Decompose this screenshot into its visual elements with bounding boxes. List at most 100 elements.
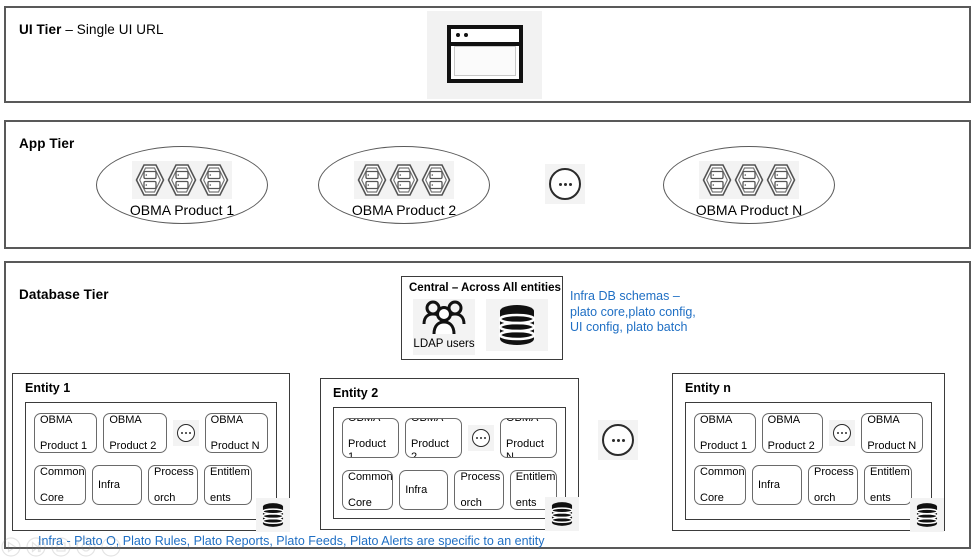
entity-product-row: OBMA Product 1 OBMA Product 2 OBMA Produ… <box>34 413 268 453</box>
node-line-2: orch <box>154 491 176 504</box>
stop-button-watermark-icon <box>51 537 71 557</box>
entity-node-common-core: Common Core <box>694 465 746 505</box>
browser-window-icon <box>427 11 542 99</box>
entity-ellipsis-backing <box>829 420 856 446</box>
entity-service-row: Common Core Infra Process orch Entitlem <box>694 465 923 505</box>
entity-title: Entity 1 <box>25 381 71 395</box>
server-hexagon-icon <box>766 164 796 196</box>
node-line-1: Entitlem <box>210 465 250 478</box>
central-entities-box: Central – Across All entities LDAP users <box>401 276 563 360</box>
node-line-2: ents <box>870 491 891 504</box>
node-line-1: OBMA <box>348 418 381 424</box>
entity-product-row: OBMA Product 1 OBMA Product 2 OBMA Produ… <box>342 418 557 458</box>
ui-tier-title-rest: – Single UI URL <box>61 22 164 37</box>
entity-inner-frame: OBMA Product 1 OBMA Product 2 OBMA Produ… <box>685 402 932 520</box>
play-button-watermark-icon <box>1 537 21 557</box>
ellipsis-icon <box>472 429 490 447</box>
node-line-1: Process <box>154 465 194 478</box>
entity-node-product-1: OBMA Product 1 <box>34 413 98 453</box>
app-tier-ellipsis-backing <box>545 164 585 204</box>
app-product-n-content: OBMA Product N <box>664 161 834 218</box>
app-product-ellipse-1: OBMA Product 1 <box>96 146 268 224</box>
app-product-1-content: OBMA Product 1 <box>97 161 267 218</box>
entity-product-row: OBMA Product 1 OBMA Product 2 OBMA Produ… <box>694 413 924 453</box>
ui-tier-title: UI Tier – Single UI URL <box>19 22 164 37</box>
entity-node-common-core: Common Core <box>342 470 394 510</box>
database-cylinder-icon <box>262 503 284 527</box>
node-line-1: Process <box>460 470 501 483</box>
node-line-1: OBMA <box>40 413 73 426</box>
diagram-canvas: UI Tier – Single UI URL App Tier OBMA Pr… <box>0 0 975 557</box>
ellipsis-icon <box>602 424 634 456</box>
node-line-2: orch <box>460 496 482 509</box>
app-product-ellipse-2: OBMA Product 2 <box>318 146 490 224</box>
app-tier-title: App Tier <box>19 136 75 151</box>
node-line-1: OBMA <box>506 418 539 424</box>
node-line-2: Product 1 <box>40 439 88 452</box>
entity-node-product-n: OBMA Product N <box>204 413 268 453</box>
node-line-1: Entitlem <box>515 470 556 483</box>
entity-node-product-2: OBMA Product 2 <box>405 418 462 458</box>
entity-title: Entity 2 <box>333 386 379 400</box>
node-line-1: OBMA <box>411 418 444 424</box>
entity-box-1: Entity 1 OBMA Product 1 OBMA Product 2 O… <box>12 373 290 531</box>
browser-dot-right <box>464 33 468 37</box>
users-group-icon <box>422 300 466 335</box>
node-line-1: OBMA <box>867 413 900 426</box>
node-line-1: OBMA <box>109 413 142 426</box>
ellipsis-icon <box>833 424 852 442</box>
app-product-2-content: OBMA Product 2 <box>319 161 489 218</box>
server-hexagon-icon <box>389 164 419 196</box>
browser-title-bar <box>451 29 519 46</box>
ellipsis-button-watermark-icon <box>101 537 121 557</box>
record-button-watermark-icon <box>76 537 96 557</box>
server-icon-row <box>132 161 232 199</box>
entity-node-product-1: OBMA Product 1 <box>342 418 399 458</box>
entity-node-common-core: Common Core <box>34 465 86 505</box>
entity-node-infra: Infra <box>752 465 802 505</box>
entity-node-entitlements: Entitlem ents <box>204 465 252 505</box>
node-line-2: orch <box>814 491 836 504</box>
ldap-users-label: LDAP users <box>413 338 475 350</box>
entity-node-product-n: OBMA Product N <box>861 413 924 453</box>
entity-box-n: Entity n OBMA Product 1 OBMA Product 2 O… <box>672 373 945 531</box>
entity-ellipsis-backing <box>172 420 199 446</box>
app-product-label: OBMA Product N <box>695 202 803 218</box>
entity-node-process-orch: Process orch <box>454 470 504 510</box>
infra-db-schemas-note: Infra DB schemas – plato core,plato conf… <box>570 289 696 334</box>
database-cylinder-icon <box>498 305 536 345</box>
node-line-2: Product 2 <box>767 439 815 452</box>
node-line-1: Common <box>40 465 85 478</box>
node-line-1: Common <box>700 465 745 478</box>
entity-node-infra: Infra <box>399 470 449 510</box>
entity-node-product-2: OBMA Product 2 <box>103 413 167 453</box>
database-cylinder-icon <box>551 502 573 526</box>
node-line-1: OBMA <box>700 413 733 426</box>
server-hexagon-icon <box>702 164 732 196</box>
node-line-2: Core <box>348 496 372 509</box>
entity-node-product-1: OBMA Product 1 <box>694 413 756 453</box>
browser-content-area <box>454 46 516 76</box>
browser-frame <box>447 25 523 83</box>
entity-node-infra: Infra <box>92 465 142 505</box>
entity-group-ellipsis-backing <box>598 420 638 460</box>
entity-inner-frame: OBMA Product 1 OBMA Product 2 OBMA Produ… <box>333 407 566 519</box>
database-cylinder-icon <box>916 503 938 527</box>
node-line-1: OBMA <box>767 413 801 426</box>
node-line-1: Process <box>814 465 854 478</box>
app-product-label: OBMA Product 2 <box>351 202 457 218</box>
entity-ellipsis-backing <box>468 425 494 451</box>
app-product-ellipse-n: OBMA Product N <box>663 146 835 224</box>
server-hexagon-icon <box>135 164 165 196</box>
entity-n-database-icon <box>910 498 944 532</box>
ellipsis-icon <box>176 424 195 442</box>
entity-service-row: Common Core Infra Process orch Entitlem <box>342 470 557 510</box>
server-hexagon-icon <box>199 164 229 196</box>
entity-title: Entity n <box>685 381 731 395</box>
central-box-title: Central – Across All entities <box>409 282 561 294</box>
entity-inner-frame: OBMA Product 1 OBMA Product 2 OBMA Produ… <box>25 402 277 520</box>
node-line-1: Entitlem <box>870 465 910 478</box>
server-hexagon-icon <box>734 164 764 196</box>
node-line-2: Product 1 <box>348 438 386 458</box>
entity-box-2: Entity 2 OBMA Product 1 OBMA Product 2 O… <box>320 378 579 530</box>
